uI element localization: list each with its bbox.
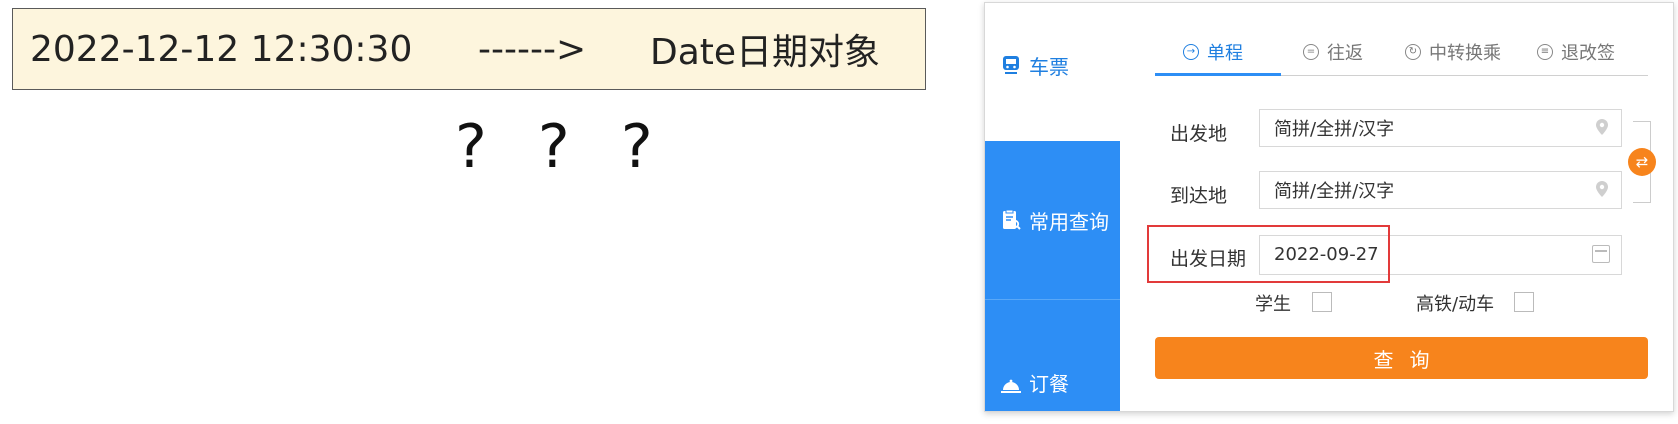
tab-transfer[interactable]: ↻ 中转换乘 (1405, 39, 1501, 65)
transfer-circle-icon: ↻ (1405, 44, 1421, 60)
sidebar-item-common-query[interactable]: 常用查询 (985, 141, 1120, 300)
sidebar-item-label: 车票 (1029, 54, 1069, 79)
date-object-text: Date日期对象 (650, 32, 881, 73)
tab-refund-change[interactable]: ≡ 退改签 (1537, 39, 1615, 65)
food-cloche-icon (999, 373, 1023, 397)
from-label: 出发地 (1169, 123, 1227, 145)
arrow-right-circle-icon: → (1183, 44, 1199, 60)
clipboard-search-icon (999, 208, 1023, 232)
search-button[interactable]: 查询 (1155, 337, 1648, 379)
conversion-arrow: ------> (478, 28, 587, 70)
sidebar-item-label: 订餐 (1029, 372, 1069, 396)
student-label: 学生 (1255, 294, 1291, 315)
active-tab-indicator (1155, 73, 1281, 76)
location-pin-icon (1596, 181, 1608, 197)
question-marks: ? ? ? (455, 112, 669, 182)
to-station-input[interactable]: 简拼/全拼/汉字 (1259, 171, 1622, 209)
date-string-box: 2022-12-12 12:30:30 ------> Date日期对象 (12, 8, 926, 90)
tab-round-trip[interactable]: = 往返 (1303, 39, 1363, 65)
train-icon (999, 53, 1023, 77)
date-string-text: 2022-12-12 12:30:30 (30, 28, 413, 70)
highspeed-label: 高铁/动车 (1416, 294, 1495, 315)
sidebar-item-tickets[interactable]: 车票 (985, 43, 1120, 87)
from-station-input[interactable]: 简拼/全拼/汉字 (1259, 109, 1622, 147)
ticket-search-panel: 车票 常用查询 订餐 → 单程 = 往返 ↻ 中转换乘 ≡ 退改签 出发地 简拼… (984, 2, 1674, 412)
calendar-icon[interactable] (1592, 245, 1610, 263)
highspeed-checkbox[interactable] (1514, 292, 1534, 312)
sidebar-item-label: 常用查询 (1029, 209, 1109, 234)
date-highlight-box (1147, 225, 1390, 283)
refund-circle-icon: ≡ (1537, 44, 1553, 60)
sidebar: 车票 常用查询 订餐 (985, 3, 1120, 411)
trip-type-tabs: → 单程 = 往返 ↻ 中转换乘 ≡ 退改签 (1155, 33, 1648, 76)
equals-circle-icon: = (1303, 44, 1319, 60)
location-pin-icon (1596, 119, 1608, 135)
sidebar-item-meal[interactable]: 订餐 (985, 300, 1120, 411)
student-checkbox[interactable] (1312, 292, 1332, 312)
swap-stations-button[interactable]: ⇄ (1628, 148, 1656, 176)
tab-one-way[interactable]: → 单程 (1183, 39, 1243, 65)
to-label: 到达地 (1169, 185, 1227, 207)
